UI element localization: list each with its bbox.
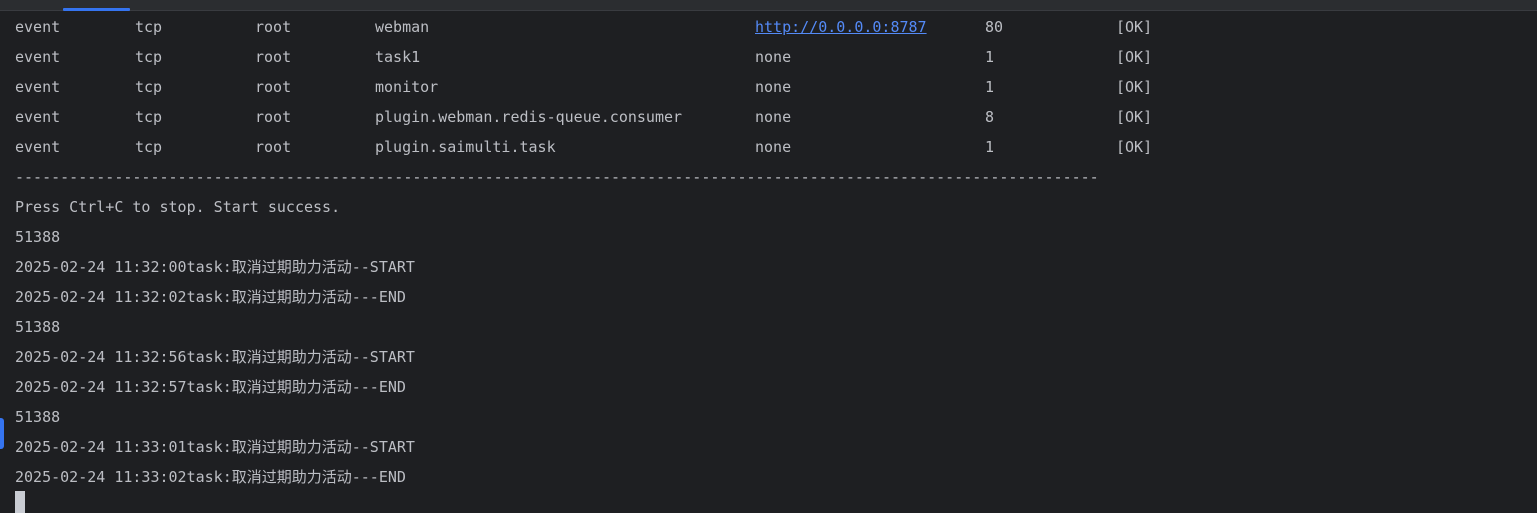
log-line: 2025-02-24 11:32:02task:取消过期助力活动---END bbox=[15, 288, 406, 306]
process-group: root bbox=[255, 138, 292, 156]
process-name: task1 bbox=[375, 48, 421, 66]
process-count: 1 bbox=[985, 48, 995, 66]
process-status: [OK] bbox=[1116, 78, 1153, 96]
process-listen: none bbox=[755, 138, 792, 156]
process-count: 1 bbox=[985, 138, 995, 156]
process-transport: tcp bbox=[135, 138, 163, 156]
terminal-cursor bbox=[15, 491, 25, 513]
process-status: [OK] bbox=[1116, 18, 1153, 36]
process-row: event tcp root plugin.saimulti.task none… bbox=[15, 132, 1525, 162]
terminal-tab-bar bbox=[0, 0, 1537, 11]
process-transport: tcp bbox=[135, 78, 163, 96]
process-name: plugin.saimulti.task bbox=[375, 138, 556, 156]
process-row: event tcp root task1 none 1 [OK] bbox=[15, 42, 1525, 72]
process-count: 8 bbox=[985, 108, 995, 126]
log-line: 2025-02-24 11:33:02task:取消过期助力活动---END bbox=[15, 468, 406, 486]
process-user: event bbox=[15, 108, 61, 126]
process-transport: tcp bbox=[135, 18, 163, 36]
process-listen: none bbox=[755, 48, 792, 66]
process-row: event tcp root monitor none 1 [OK] bbox=[15, 72, 1525, 102]
log-line: Press Ctrl+C to stop. Start success. bbox=[15, 198, 341, 216]
separator-line: ----------------------------------------… bbox=[15, 168, 1099, 186]
process-status: [OK] bbox=[1116, 138, 1153, 156]
process-user: event bbox=[15, 18, 61, 36]
process-status: [OK] bbox=[1116, 48, 1153, 66]
process-transport: tcp bbox=[135, 48, 163, 66]
log-line: 2025-02-24 11:32:00task:取消过期助力活动--START bbox=[15, 258, 415, 276]
process-user: event bbox=[15, 78, 61, 96]
log-line: 51388 bbox=[15, 318, 61, 336]
process-user: event bbox=[15, 48, 61, 66]
process-count: 1 bbox=[985, 78, 995, 96]
process-row: event tcp root webman http://0.0.0.0:878… bbox=[15, 12, 1525, 42]
active-tab-indicator[interactable] bbox=[63, 8, 130, 11]
log-line: 2025-02-24 11:32:57task:取消过期助力活动---END bbox=[15, 378, 406, 396]
log-line: 51388 bbox=[15, 228, 61, 246]
log-line: 2025-02-24 11:33:01task:取消过期助力活动--START bbox=[15, 438, 415, 456]
process-name: webman bbox=[375, 18, 430, 36]
process-row: event tcp root plugin.webman.redis-queue… bbox=[15, 102, 1525, 132]
process-count: 80 bbox=[985, 18, 1004, 36]
log-line: 2025-02-24 11:32:56task:取消过期助力活动--START bbox=[15, 348, 415, 366]
scroll-marker[interactable] bbox=[0, 418, 4, 449]
log-line: 51388 bbox=[15, 408, 61, 426]
process-group: root bbox=[255, 48, 292, 66]
process-listen: none bbox=[755, 78, 792, 96]
process-listen: none bbox=[755, 108, 792, 126]
process-group: root bbox=[255, 78, 292, 96]
process-user: event bbox=[15, 138, 61, 156]
process-transport: tcp bbox=[135, 108, 163, 126]
process-status: [OK] bbox=[1116, 108, 1153, 126]
terminal-output[interactable]: event tcp root webman http://0.0.0.0:878… bbox=[15, 12, 1525, 492]
process-name: plugin.webman.redis-queue.consumer bbox=[375, 108, 683, 126]
process-listen-link[interactable]: http://0.0.0.0:8787 bbox=[755, 12, 927, 42]
process-group: root bbox=[255, 108, 292, 126]
process-group: root bbox=[255, 18, 292, 36]
process-name: monitor bbox=[375, 78, 439, 96]
